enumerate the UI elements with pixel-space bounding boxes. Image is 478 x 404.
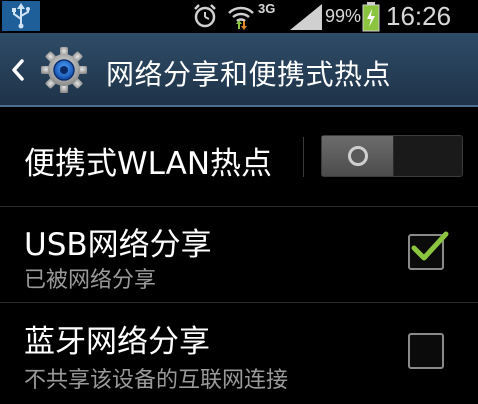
page-title: 网络分享和便携式热点 [106, 58, 392, 91]
toggle-off-icon [347, 146, 368, 166]
usb-tethering-checkbox[interactable] [408, 231, 449, 270]
bluetooth-tethering-summary: 不共享该设备的互联网连接 [24, 368, 289, 393]
bluetooth-tethering-title: 蓝牙网络分享 [24, 324, 210, 360]
checkmark-icon [411, 231, 449, 261]
wlan-hotspot-title: 便携式WLAN热点 [24, 146, 273, 182]
alarm-icon [194, 4, 216, 28]
toggle-thumb[interactable] [322, 136, 394, 176]
usb-icon [2, 1, 40, 31]
toggle-separator [303, 137, 304, 177]
battery-percent: 99% [325, 6, 362, 26]
settings-gear-icon[interactable] [40, 46, 88, 94]
status-bar: 3G 99% 16:26 [0, 0, 478, 33]
wifi-hotspot-icon [228, 6, 254, 30]
signal-icon [290, 4, 322, 30]
network-type: 3G [258, 1, 276, 16]
back-chevron-icon[interactable] [10, 58, 26, 82]
usb-tethering-title: USB网络分享 [24, 227, 212, 263]
usb-tethering-summary: 已被网络分享 [24, 268, 157, 293]
bluetooth-tethering-checkbox[interactable] [408, 333, 444, 369]
battery-charging-icon [362, 2, 380, 32]
clock: 16:26 [386, 1, 452, 31]
wlan-hotspot-toggle[interactable] [321, 135, 463, 177]
action-bar: 网络分享和便携式热点 [0, 33, 478, 107]
